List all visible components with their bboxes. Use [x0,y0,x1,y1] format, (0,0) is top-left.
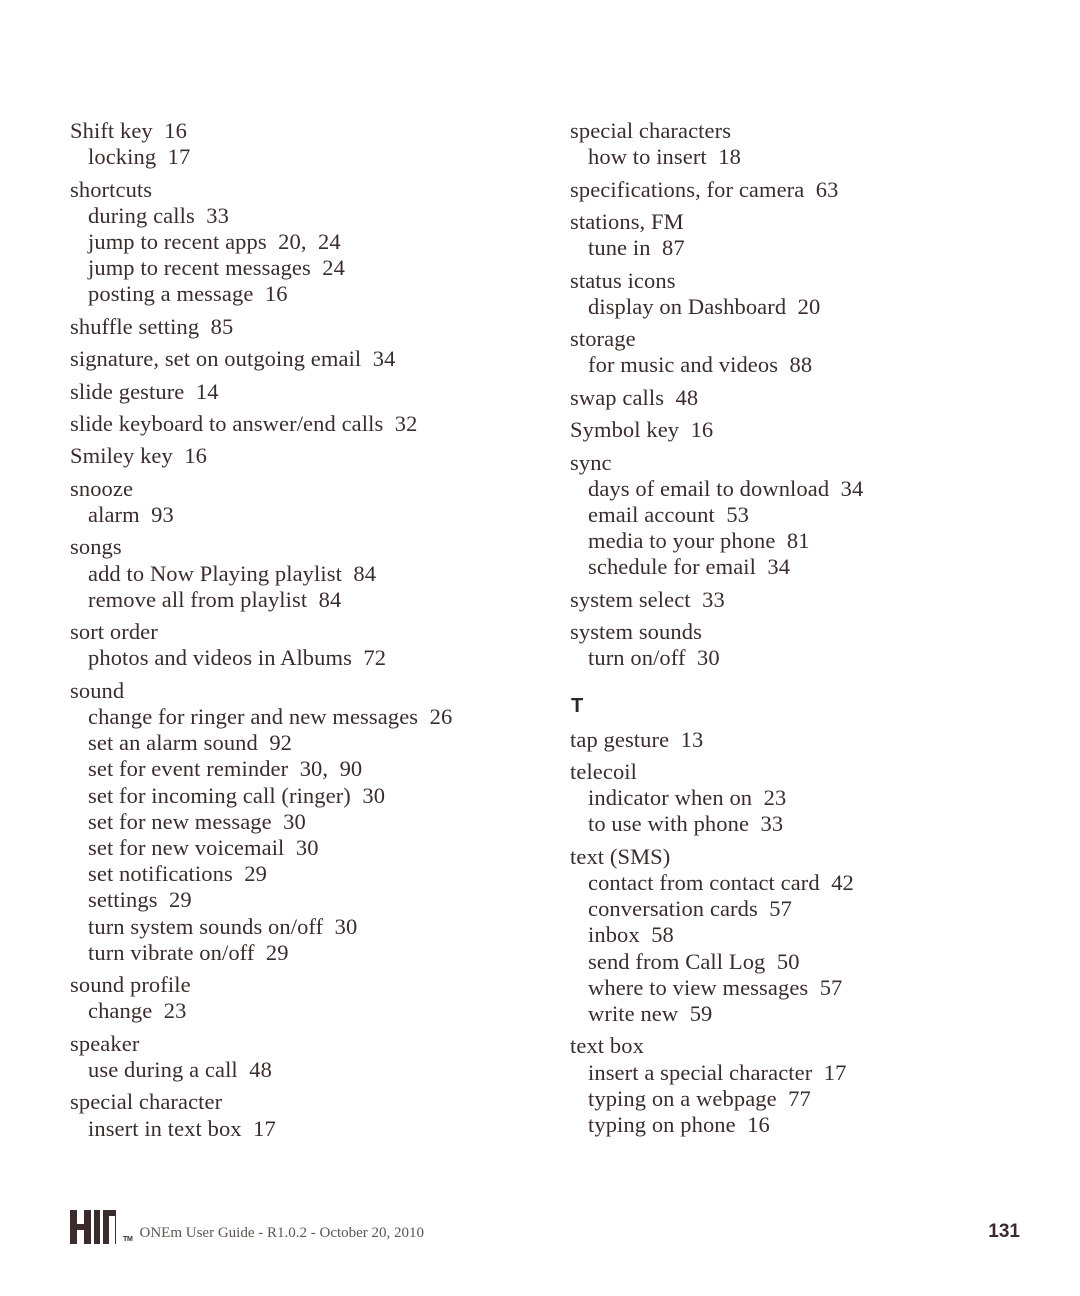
index-subentry: typing on phone 16 [588,1111,770,1137]
index-subentry: to use with phone 33 [588,811,784,837]
index-entry: special characters [570,118,732,143]
index-subentry: send from Call Log 50 [588,948,800,974]
index-subentry: schedule for email 34 [588,554,791,580]
index-entry: slide gesture 14 [70,378,219,404]
index-subentry: during calls 33 [88,202,229,228]
index-entry: telecoil [570,758,638,784]
index-subentry: display on Dashboard 20 [588,293,821,319]
index-subentry: jump to recent messages 24 [88,255,346,281]
index-subentry: change 23 [88,998,187,1024]
index-subentry: media to your phone 81 [588,528,810,554]
index-subentry: set for new message 30 [88,808,306,834]
index-subentry: days of email to download 34 [588,475,864,501]
page-footer: TM ONEm User Guide - R1.0.2 - October 20… [70,1198,1020,1244]
index-subentry: indicator when on 23 [588,785,787,811]
index-subentry: set an alarm sound 92 [88,730,293,756]
index-subentry: photos and videos in Albums 72 [88,645,387,671]
footer-guide-text: ONEm User Guide - R1.0.2 - October 20, 2… [139,1225,425,1241]
index-subentry: email account 53 [588,501,750,527]
index-subentry: settings 29 [88,887,192,913]
index-entry: swap calls 48 [570,384,699,410]
page-number: 131 [988,1221,1020,1242]
index-entry: Symbol key 16 [570,417,714,443]
index-subentry: where to view messages 57 [588,974,843,1000]
index-entry: songs [70,534,122,560]
right-column: special characters how to insert 18 specif… [570,118,1000,1138]
index-entry: system sounds [570,619,702,645]
index-entry: sort order [70,619,158,645]
index-subentry: remove all from playlist 84 [88,586,342,612]
index-subentry: turn system sounds on/off 30 [88,913,358,939]
index-entry: stations, FM [570,208,684,234]
index-subentry: change for ringer and new messages 26 [88,703,453,729]
index-subentry: set notifications 29 [88,861,267,887]
index-subentry: how to insert 18 [588,144,741,170]
index-entry: text box [570,1033,644,1059]
index-page: Shift key 16 locking 17 shortcuts during ca… [0,0,1080,1296]
index-entry: snooze [70,475,134,501]
index-subentry: set for event reminder 30, 90 [88,756,363,782]
index-subentry: typing on a webpage 77 [588,1085,811,1111]
index-subentry: insert a special character 17 [588,1059,847,1085]
kin-logo-icon [70,1210,116,1244]
index-entry: specifications, for camera 63 [570,176,839,202]
index-subentry: contact from contact card 42 [588,869,854,895]
index-entry: sync [570,449,612,475]
index-subentry: conversation cards 57 [588,896,793,922]
index-subentry: turn on/off 30 [588,645,720,671]
index-entry: text (SMS) [570,843,671,869]
index-entry: sound [70,677,125,703]
index-subentry: for music and videos 88 [588,352,813,378]
index-subentry: turn vibrate on/off 29 [88,939,289,965]
index-entry: sound profile [70,972,191,998]
index-entry: system select 33 [570,586,725,612]
index-subentry: set for new voicemail 30 [88,834,319,860]
index-subentry: jump to recent apps 20, 24 [88,229,341,254]
index-subentry: inbox 58 [588,922,674,948]
trademark-symbol: TM [123,1236,133,1243]
index-subentry: alarm 93 [88,501,174,527]
index-subentry: locking 17 [88,144,191,170]
index-subentry: posting a message 16 [88,281,288,307]
index-subentry: write new 59 [588,1000,713,1026]
index-entry: Smiley key 16 [70,443,208,469]
left-column: Shift key 16 locking 17 shortcuts during ca… [70,118,500,1142]
footer-branding: TM ONEm User Guide - R1.0.2 - October 20… [70,1210,424,1244]
section-heading-t: T [571,694,584,717]
index-entry: tap gesture 13 [570,726,704,752]
index-entry: shuffle setting 85 [70,313,234,339]
index-entry: Shift key 16 [70,118,187,143]
index-entry: status icons [570,267,676,293]
index-subentry: use during a call 48 [88,1056,272,1082]
index-entry: signature, set on outgoing email 34 [70,346,396,372]
index-subentry: set for incoming call (ringer) 30 [88,782,386,808]
index-entry: storage [570,326,636,352]
index-subentry: add to Now Playing playlist 84 [88,560,377,586]
index-subentry: tune in 87 [588,235,685,261]
index-entry: speaker [70,1030,140,1056]
index-entry: slide keyboard to answer/end calls 32 [70,410,418,436]
index-subentry: insert in text box 17 [88,1115,276,1141]
index-entry: special character [70,1089,223,1115]
index-entry: shortcuts [70,176,153,202]
